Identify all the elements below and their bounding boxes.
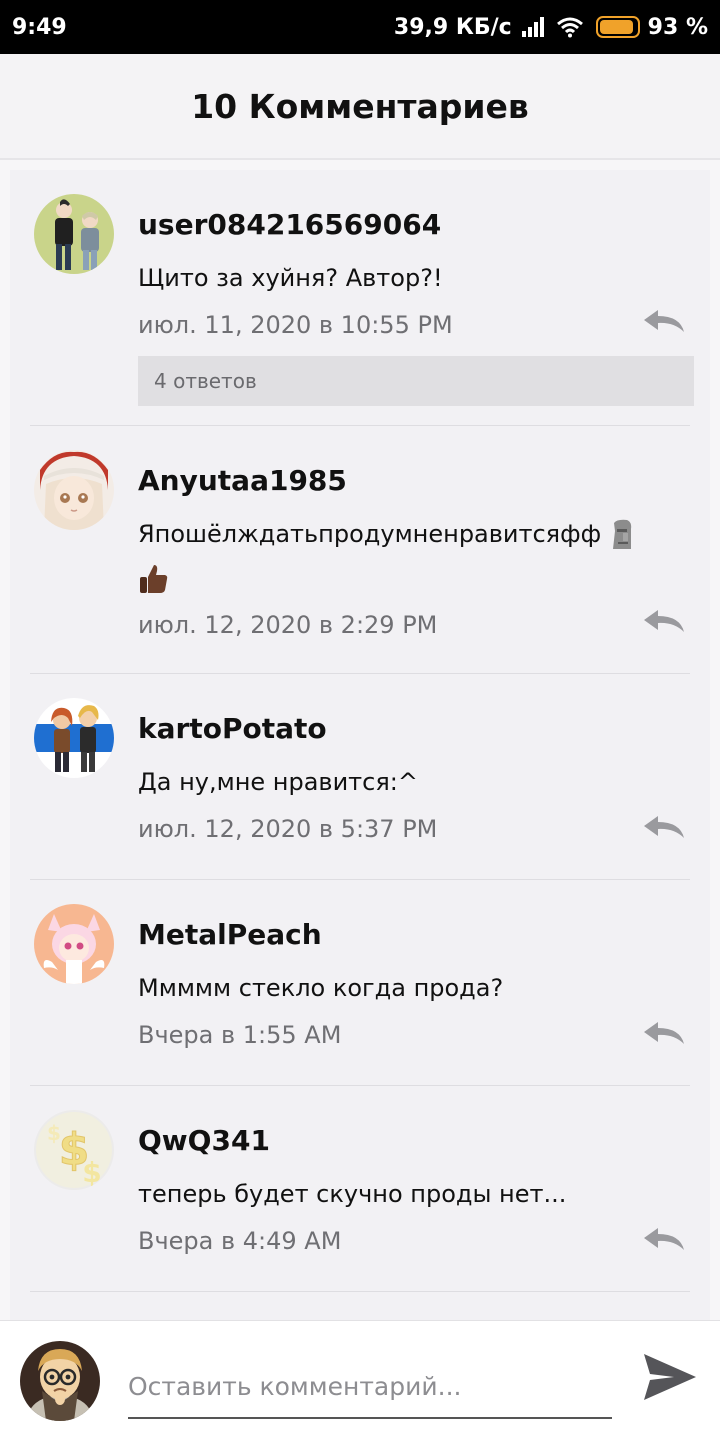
send-button[interactable] bbox=[640, 1347, 700, 1407]
user-avatar-icon[interactable] bbox=[34, 698, 114, 778]
thumbs-up-emoji bbox=[140, 565, 168, 593]
user-avatar-icon[interactable]: $ $ $ bbox=[34, 1110, 114, 1190]
comment-text-block: Япошёлждатьпродумненравитсяфф bbox=[138, 512, 690, 600]
moai-emoji bbox=[612, 519, 631, 549]
comment-username[interactable]: user084216569064 bbox=[138, 208, 690, 242]
comment-date: Вчера в 4:49 AM bbox=[138, 1227, 342, 1255]
comment-composer bbox=[0, 1320, 720, 1440]
comment-date: июл. 11, 2020 в 10:55 PM bbox=[138, 311, 453, 339]
comment-item: kartoPotato Да ну,мне нравится:^ июл. 12… bbox=[30, 674, 690, 880]
current-user-avatar-icon bbox=[20, 1341, 100, 1421]
comment-item: Anyutaa1985 Япошёлждатьпродумненравитсяф… bbox=[30, 426, 690, 674]
reply-icon[interactable] bbox=[642, 1020, 686, 1046]
svg-text:$: $ bbox=[47, 1121, 61, 1145]
status-time: 9:49 bbox=[12, 14, 67, 40]
comment-body: kartoPotato Да ну,мне нравится:^ июл. 12… bbox=[138, 674, 690, 844]
comment-username[interactable]: MetalPeach bbox=[138, 918, 690, 952]
comment-date: июл. 12, 2020 в 2:29 PM bbox=[138, 611, 438, 639]
comment-input[interactable] bbox=[128, 1355, 612, 1419]
comment-text: Да ну,мне нравится:^ bbox=[138, 768, 418, 796]
comment-body: Anyutaa1985 Япошёлждатьпродумненравитсяф… bbox=[138, 426, 690, 640]
status-indicators: 39,9 КБ/с 93 % bbox=[394, 15, 708, 40]
reply-icon[interactable] bbox=[642, 308, 686, 334]
comment-username[interactable]: kartoPotato bbox=[138, 712, 690, 746]
signal-icon bbox=[521, 17, 544, 37]
comment-list[interactable]: user084216569064 Щито за хуйня? Автор?! … bbox=[10, 170, 710, 1320]
wifi-icon bbox=[556, 17, 583, 38]
comment-username[interactable]: Anyutaa1985 bbox=[138, 464, 690, 498]
user-avatar-icon[interactable] bbox=[34, 904, 114, 984]
network-speed: 39,9 КБ/с bbox=[393, 14, 512, 40]
comment-username[interactable]: QwQ341 bbox=[138, 1124, 690, 1158]
comment-item: MetalPeach Ммммм стекло когда прода? Вче… bbox=[30, 880, 690, 1086]
reply-icon[interactable] bbox=[642, 1226, 686, 1252]
battery-icon bbox=[595, 16, 640, 38]
comment-text: теперь будет скучно проды нет... bbox=[138, 1180, 567, 1208]
svg-text:$: $ bbox=[82, 1156, 101, 1189]
comment-text: Ммммм стекло когда прода? bbox=[138, 974, 504, 1002]
user-avatar-icon[interactable] bbox=[34, 194, 114, 274]
reply-icon[interactable] bbox=[642, 608, 686, 634]
comment-item bbox=[30, 1292, 690, 1320]
comment-body: user084216569064 Щито за хуйня? Автор?! … bbox=[138, 170, 694, 406]
comment-item: user084216569064 Щито за хуйня? Автор?! … bbox=[30, 170, 694, 426]
replies-button[interactable]: 4 ответов bbox=[138, 356, 694, 406]
comment-text: Япошёлждатьпродумненравитсяфф bbox=[138, 520, 602, 548]
comment-item: $ $ $ QwQ341 теперь будет скучно проды н… bbox=[30, 1086, 690, 1292]
user-avatar-icon[interactable] bbox=[34, 450, 114, 530]
comment-body: QwQ341 теперь будет скучно проды нет... … bbox=[138, 1086, 690, 1256]
battery-fill bbox=[599, 20, 634, 34]
reply-icon[interactable] bbox=[642, 814, 686, 840]
comment-date: июл. 12, 2020 в 5:37 PM bbox=[138, 815, 438, 843]
app-header: 10 Комментариев bbox=[0, 54, 720, 160]
status-bar: 9:49 39,9 КБ/с 93 % bbox=[0, 0, 720, 54]
comment-body: MetalPeach Ммммм стекло когда прода? Вче… bbox=[138, 880, 690, 1050]
comment-text: Щито за хуйня? Автор?! bbox=[138, 264, 443, 292]
comment-date: Вчера в 1:55 AM bbox=[138, 1021, 342, 1049]
send-icon[interactable] bbox=[642, 1352, 698, 1402]
battery-percent: 93 % bbox=[647, 14, 708, 40]
page-title: 10 Комментариев bbox=[191, 86, 529, 126]
